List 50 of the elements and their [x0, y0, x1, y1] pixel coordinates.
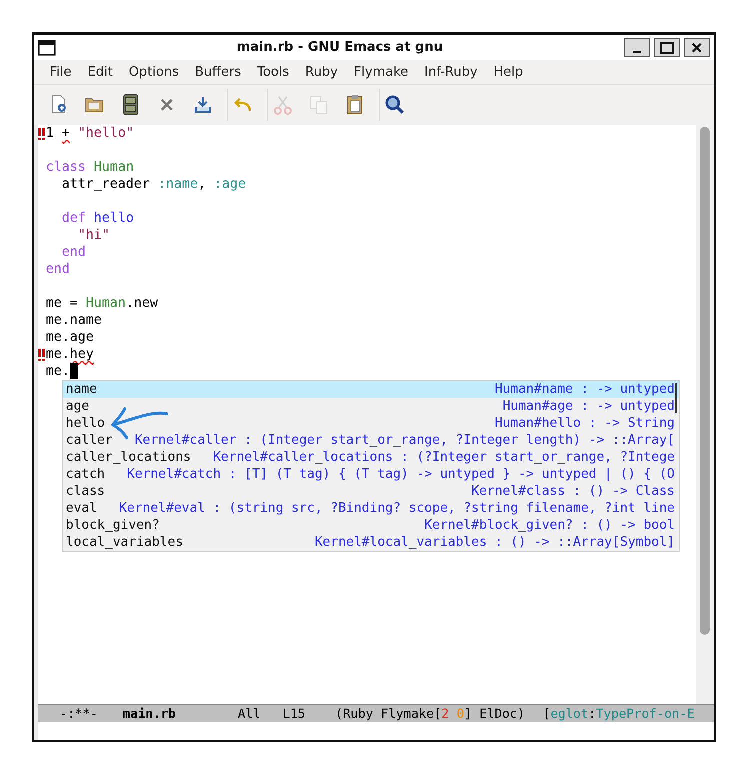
- menu-item[interactable]: Ruby: [297, 64, 346, 80]
- minimize-icon: [633, 50, 641, 52]
- code-line: end: [61, 244, 86, 261]
- completion-item[interactable]: block_given? Kernel#block_given? : () -> bool: [63, 517, 679, 534]
- code-line: me.hey: [46, 346, 94, 363]
- code-line: me = Human.new: [46, 295, 158, 312]
- scrollbar[interactable]: [696, 125, 714, 704]
- search-icon[interactable]: [384, 94, 406, 116]
- completion-item[interactable]: eval Kernel#eval : (string src, ?Binding? scope, ?string filename, ?int line: [63, 500, 679, 517]
- code-line: end: [46, 261, 70, 278]
- popup-scrollbar: [675, 383, 677, 413]
- maximize-button[interactable]: [654, 38, 680, 57]
- mode-line-item: All: [238, 706, 261, 721]
- menu-item[interactable]: Help: [486, 64, 532, 80]
- window-title: main.rb - GNU Emacs at gnu: [236, 40, 444, 55]
- minimize-button[interactable]: [624, 38, 650, 57]
- save-tray-icon[interactable]: [192, 94, 214, 116]
- code-line: me.: [46, 363, 70, 380]
- mode-line-item: main.rb: [122, 706, 176, 721]
- mode-line-item: -:**-: [60, 706, 98, 721]
- menu-item[interactable]: File: [42, 64, 80, 80]
- completion-item[interactable]: hello Human#hello : -> String: [63, 415, 679, 432]
- scrollbar-thumb[interactable]: [700, 127, 710, 635]
- code-line: class Human: [46, 159, 134, 176]
- menu-item[interactable]: Inf-Ruby: [416, 64, 486, 80]
- completion-item[interactable]: class Kernel#class : () -> Class: [63, 483, 679, 500]
- window-icon: [38, 40, 56, 56]
- code-line: def hello: [61, 210, 134, 227]
- completion-item[interactable]: caller_locations Kernel#caller_locations : (?Integer start_or_range, ?Intege: [63, 449, 679, 466]
- code-line: attr_reader :name, :age: [61, 176, 246, 193]
- close-icon: [691, 42, 703, 54]
- code-line: "hi": [77, 227, 110, 244]
- menu-item[interactable]: Buffers: [187, 64, 250, 80]
- mode-line-item: (Ruby Flymake[2 0] ElDoc): [336, 706, 526, 721]
- completion-item[interactable]: age Human#age : -> untyped: [63, 398, 679, 415]
- mode-line-item: [eglot:TypeProf-on-E: [543, 706, 695, 721]
- maximize-icon: [660, 42, 674, 54]
- code-line: me.name: [46, 312, 102, 329]
- completion-item[interactable]: caller Kernel#caller : (Integer start_or_range, ?Integer length) -> ::Array[: [63, 432, 679, 449]
- code-line: me.age: [46, 329, 94, 346]
- menu-item[interactable]: Flymake: [346, 64, 417, 80]
- completion-item[interactable]: catch Kernel#catch : [T] (T tag) { (T tag) -> untyped } -> untyped | () { (O: [63, 466, 679, 483]
- mode-line-item: L15: [282, 706, 306, 721]
- completion-item[interactable]: local_variables Kernel#local_variables : () -> ::Array[Symbol]: [63, 534, 679, 551]
- completion-item[interactable]: name Human#name : -> untyped: [63, 381, 679, 398]
- code-line: 1 + "hello": [46, 125, 134, 142]
- menu-item[interactable]: Options: [120, 64, 188, 80]
- menu-item[interactable]: Edit: [80, 64, 121, 80]
- menu-item[interactable]: Tools: [249, 64, 298, 80]
- close-button[interactable]: [684, 38, 710, 57]
